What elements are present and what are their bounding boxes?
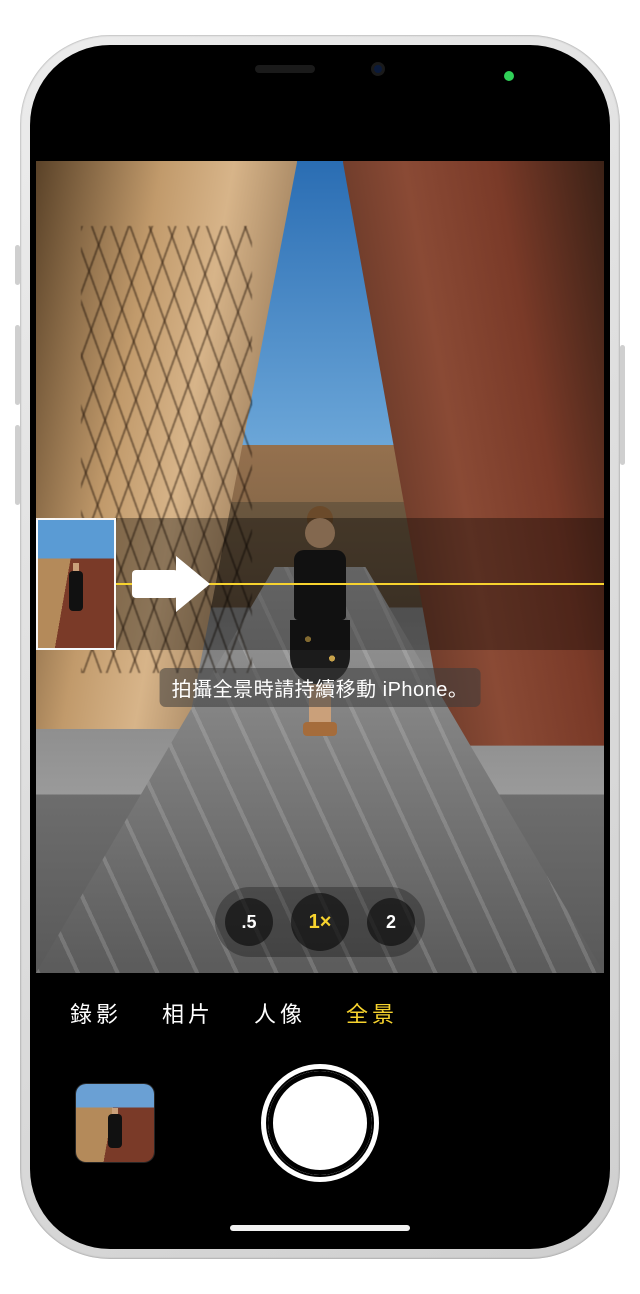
panorama-instruction-text: 拍攝全景時請持續移動 iPhone。 (160, 668, 481, 707)
mute-switch (15, 245, 20, 285)
zoom-option-wide[interactable]: 1× (291, 893, 349, 951)
camera-controls-row (36, 1053, 604, 1193)
camera-active-indicator-dot (504, 71, 514, 81)
power-button (620, 345, 625, 465)
controls-spacer (486, 1084, 564, 1162)
mode-video[interactable]: 錄影 (70, 997, 122, 1029)
shutter-button[interactable] (268, 1071, 372, 1175)
volume-down-button (15, 425, 20, 505)
zoom-option-ultrawide[interactable]: .5 (225, 898, 273, 946)
camera-viewfinder[interactable]: 拍攝全景時請持續移動 iPhone。 .5 1× 2 (36, 161, 604, 973)
volume-up-button (15, 325, 20, 405)
zoom-option-label: 1× (309, 911, 332, 934)
zoom-option-label: .5 (241, 912, 256, 933)
camera-mode-scroller[interactable]: 錄影 相片 人像 全景 (36, 997, 604, 1029)
front-camera (371, 62, 385, 76)
zoom-option-tele[interactable]: 2 (367, 898, 415, 946)
notch (205, 51, 435, 87)
panorama-center-line (36, 583, 604, 585)
last-photo-thumbnail[interactable] (76, 1084, 154, 1162)
camera-bottom-bar: 錄影 相片 人像 全景 (36, 973, 604, 1243)
iphone-device-frame: 拍攝全景時請持續移動 iPhone。 .5 1× 2 錄影 (20, 35, 620, 1259)
home-indicator[interactable] (230, 1225, 410, 1231)
screen: 拍攝全景時請持續移動 iPhone。 .5 1× 2 錄影 (36, 51, 604, 1243)
panorama-guide-strip (36, 518, 604, 650)
mode-panorama[interactable]: 全景 (346, 997, 398, 1029)
zoom-selector[interactable]: .5 1× 2 (215, 887, 425, 957)
device-bezel: 拍攝全景時請持續移動 iPhone。 .5 1× 2 錄影 (30, 45, 610, 1249)
speaker-grille (255, 65, 315, 73)
mode-photo[interactable]: 相片 (162, 997, 214, 1029)
zoom-option-label: 2 (386, 912, 396, 933)
panorama-captured-preview (36, 518, 116, 650)
mode-portrait[interactable]: 人像 (254, 997, 306, 1029)
